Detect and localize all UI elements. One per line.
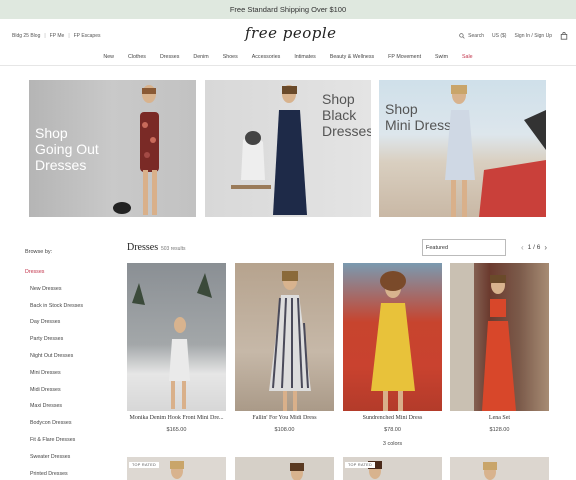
sidebar-item-bodycon[interactable]: Bodycon Dresses [25,419,83,436]
sidebar-item-sweater[interactable]: Sweater Dresses [25,453,83,470]
nav-sale[interactable]: Sale [462,54,473,60]
shopping-bag-icon[interactable] [560,32,568,40]
sidebar-item-dresses[interactable]: Dresses [25,268,83,285]
nav-denim[interactable]: Denim [193,54,208,60]
sidebar-item-night-out[interactable]: Night Out Dresses [25,352,83,369]
divider: | [68,33,70,39]
product-name[interactable]: Fallin' For You Midi Dress [235,415,334,421]
sidebar-item-party-dresses[interactable]: Party Dresses [25,335,83,352]
product-name[interactable]: Monika Denim Hook Front Mini Dre... [127,415,226,421]
top-rated-badge: TOP RATED [345,462,376,468]
search-label: Search [468,33,485,39]
nav-intimates[interactable]: Intimates [294,54,316,60]
sidebar-item-maxi-dresses[interactable]: Maxi Dresses [25,402,83,419]
nav-shoes[interactable]: Shoes [223,54,238,60]
page-indicator: 1 / 6 [527,244,541,251]
hero-black-dresses[interactable]: Shop Black Dresses [205,80,371,217]
category-sidebar: Dresses New Dresses Back in Stock Dresse… [25,268,83,480]
product-image[interactable] [127,263,226,411]
product-card[interactable]: Lena Set $128.00 [450,263,549,433]
product-card[interactable]: TOP RATED [127,457,226,480]
product-card[interactable]: Monika Denim Hook Front Mini Dre... $165… [127,263,226,433]
fp-escapes-link[interactable]: FP Escapes [74,33,101,39]
product-image[interactable] [450,263,549,411]
model-photo [170,461,184,479]
nav-accessories[interactable]: Accessories [252,54,281,60]
promo-banner[interactable]: Free Standard Shipping Over $100 [0,0,576,19]
divider: | [44,33,46,39]
utility-right: Search US ($) Sign In / Sign Up [451,32,568,40]
sidebar-item-mini-dresses[interactable]: Mini Dresses [25,369,83,386]
signin-link[interactable]: Sign In / Sign Up [514,33,552,39]
hero-text: Shop Black Dresses [322,91,371,139]
product-card[interactable]: Sundrenched Mini Dress $78.00 3 colors [343,263,442,447]
site-logo[interactable]: free people [245,24,337,42]
sidebar-item-day-dresses[interactable]: Day Dresses [25,318,83,335]
product-price: $78.00 [384,427,401,433]
sidebar-item-printed[interactable]: Printed Dresses [25,470,83,480]
product-name[interactable]: Lena Set [450,415,549,421]
model-photo [113,85,159,215]
fp-me-link[interactable]: FP Me [50,33,65,39]
results-count: 503 results [161,245,186,252]
sidebar-item-fit-flare[interactable]: Fit & Flare Dresses [25,436,83,453]
pagination: ‹ 1 / 6 › [517,243,551,252]
browse-by-label: Browse by: [25,249,53,255]
promo-text: Free Standard Shipping Over $100 [229,5,347,14]
next-page-icon[interactable]: › [544,243,547,252]
hero-text: Shop Going Out Dresses [35,125,99,173]
model-photo [450,263,516,411]
hero-going-out-dresses[interactable]: Shop Going Out Dresses [29,80,196,217]
site-header: Bldg 25 Blog | FP Me | FP Escapes free p… [0,19,576,66]
product-name[interactable]: Sundrenched Mini Dress [343,415,442,421]
nav-clothes[interactable]: Clothes [128,54,146,60]
utility-links: Bldg 25 Blog | FP Me | FP Escapes [12,33,101,39]
product-card[interactable] [235,457,334,480]
nav-new[interactable]: New [103,54,114,60]
currency-selector[interactable]: US ($) [492,33,506,39]
hero-mini-dresses[interactable]: Shop Mini Dresses [379,80,546,217]
sort-select[interactable]: Featured [422,239,506,256]
model-photo [368,461,382,479]
color-count[interactable]: 3 colors [343,441,442,447]
search-button[interactable]: Search [459,33,484,39]
model-photo [371,271,415,411]
nav-beauty-wellness[interactable]: Beauty & Wellness [330,54,374,60]
model-photo [445,85,546,217]
model-photo [132,273,212,409]
product-price: $165.00 [166,427,187,433]
top-rated-badge: TOP RATED [129,462,160,468]
model-photo [269,271,311,411]
product-card[interactable]: Fallin' For You Midi Dress $108.00 [235,263,334,433]
nav-swim[interactable]: Swim [435,54,448,60]
model-photo [483,462,497,480]
product-image[interactable] [235,263,334,411]
blog-link[interactable]: Bldg 25 Blog [12,33,40,39]
model-photo [290,463,304,480]
product-price: $128.00 [489,427,510,433]
prev-page-icon[interactable]: ‹ [521,243,524,252]
page-title: Dresses [127,242,159,253]
product-image[interactable] [343,263,442,411]
search-icon [459,33,465,39]
product-card[interactable] [450,457,549,480]
product-price: $108.00 [274,427,295,433]
sidebar-item-back-in-stock[interactable]: Back in Stock Dresses [25,302,83,319]
nav-fp-movement[interactable]: FP Movement [388,54,421,60]
product-card[interactable]: TOP RATED [343,457,442,480]
nav-dresses[interactable]: Dresses [160,54,179,60]
model-photo [231,85,307,215]
sidebar-item-midi-dresses[interactable]: Midi Dresses [25,386,83,403]
sidebar-item-new-dresses[interactable]: New Dresses [25,285,83,302]
main-nav: New Clothes Dresses Denim Shoes Accessor… [0,54,576,60]
